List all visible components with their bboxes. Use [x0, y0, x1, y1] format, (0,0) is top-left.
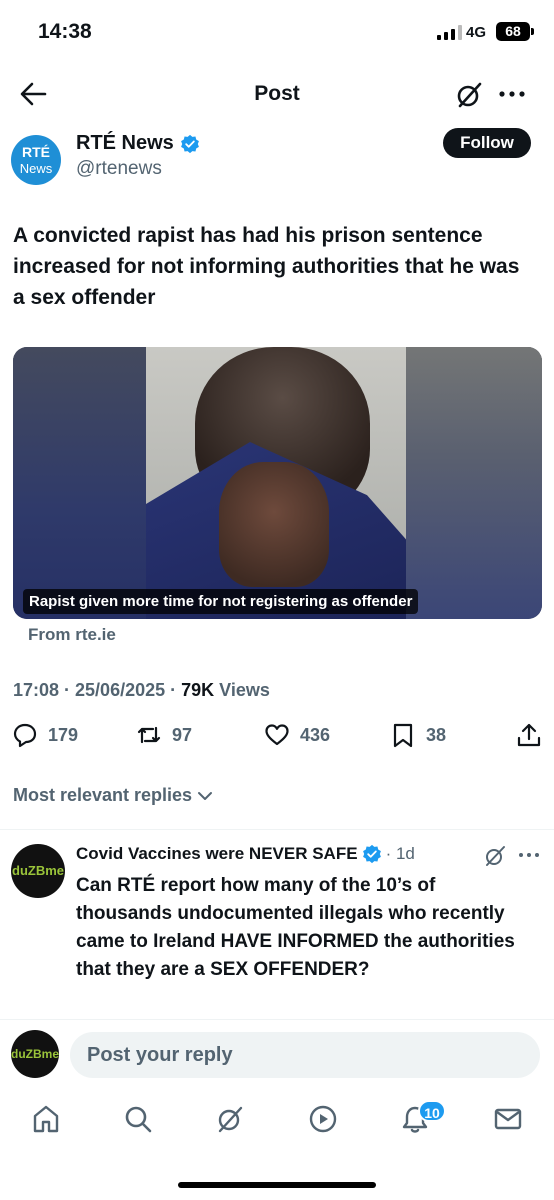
views-count: 79K [181, 680, 215, 700]
author-name[interactable]: RTÉ News [76, 132, 200, 155]
reply-count: 179 [48, 724, 79, 745]
post-timestamp: 17:08 · 25/06/2025 · [13, 680, 182, 700]
post-text: A convicted rapist has had his prison se… [13, 224, 520, 309]
reply-author[interactable]: Covid Vaccines were NEVER SAFE · 1d [76, 844, 415, 864]
home-icon[interactable] [31, 1104, 61, 1134]
repost-icon [137, 726, 161, 744]
post-actions: 179 97 436 38 [0, 722, 554, 758]
chevron-down-icon [198, 791, 213, 800]
reply-input[interactable]: Post your reply [70, 1032, 540, 1078]
status-time: 14:38 [38, 20, 92, 43]
signal-icon [437, 25, 462, 40]
battery-icon: 68 [496, 22, 534, 41]
home-indicator [178, 1182, 376, 1188]
reply-time: · 1d [385, 844, 415, 863]
more-options-icon[interactable] [497, 84, 527, 104]
share-icon [517, 723, 541, 747]
grok-icon[interactable] [454, 80, 484, 110]
bookmark-count: 38 [426, 724, 447, 745]
repost-button[interactable]: 97 [136, 722, 192, 748]
like-button[interactable]: 436 [264, 722, 330, 748]
reply-composer: duZBme Post your reply [0, 1020, 554, 1090]
post-meta: 17:08 · 25/06/2025 · 79K Views [13, 680, 270, 701]
verified-badge-icon [180, 134, 199, 153]
verified-badge-icon [362, 844, 381, 864]
messages-icon[interactable] [493, 1104, 523, 1134]
card-caption: Rapist given more time for not registeri… [23, 589, 419, 614]
grok-icon[interactable] [483, 844, 507, 868]
reply-item[interactable]: duZBme Covid Vaccines were NEVER SAFE · … [0, 830, 554, 1020]
search-icon[interactable] [123, 1104, 153, 1134]
network-type: 4G [466, 24, 487, 41]
status-bar: 14:38 4G 68 [0, 0, 554, 66]
views-label: Views [214, 680, 270, 700]
notifications-badge: 10 [418, 1100, 446, 1122]
avatar[interactable]: RTÉ News [11, 135, 61, 185]
reply-text: Can RTÉ report how many of the 10’s of t… [76, 875, 515, 980]
repost-count: 97 [172, 724, 193, 745]
user-avatar[interactable]: duZBme [11, 1030, 59, 1078]
reply-avatar[interactable]: duZBme [11, 844, 65, 898]
reply-button[interactable]: 179 [12, 722, 78, 748]
post-author: RTÉ News RTÉ News @rtenews Follow [0, 128, 554, 188]
video-icon[interactable] [308, 1104, 338, 1134]
more-options-icon[interactable] [518, 848, 540, 862]
post-header: Post [0, 66, 554, 122]
author-handle[interactable]: @rtenews [76, 158, 162, 180]
card-source[interactable]: From rte.ie [28, 625, 116, 645]
link-card-image[interactable]: Rapist given more time for not registeri… [13, 347, 542, 619]
replies-sort-dropdown[interactable]: Most relevant replies [13, 785, 214, 806]
follow-button[interactable]: Follow [443, 128, 531, 158]
share-button[interactable] [516, 722, 542, 748]
heart-icon [265, 724, 289, 746]
like-count: 436 [300, 724, 331, 745]
bottom-nav: 10 [0, 1092, 554, 1152]
bookmark-button[interactable]: 38 [390, 722, 446, 748]
reply-icon [13, 723, 37, 748]
grok-icon[interactable] [215, 1104, 245, 1134]
bookmark-icon [393, 723, 413, 748]
